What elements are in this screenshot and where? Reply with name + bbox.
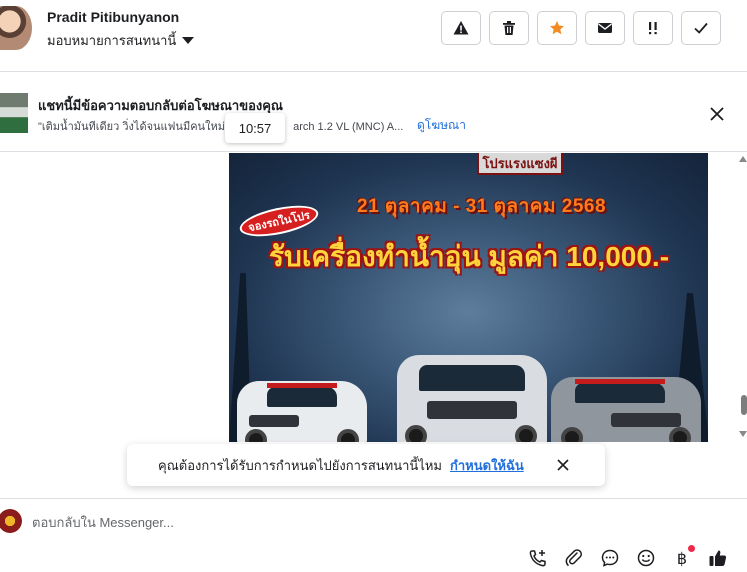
caret-down-icon	[182, 37, 195, 44]
mark-unread-button[interactable]	[585, 11, 625, 45]
ad-thumbnail[interactable]	[0, 93, 28, 133]
attach-file-button[interactable]	[563, 547, 585, 569]
assign-to-me-link[interactable]: กำหนดให้ฉัน	[450, 455, 524, 476]
star-icon	[550, 21, 564, 35]
promo-headline: รับเครื่องทำน้ำอุ่น มูลค่า 10,000.-	[269, 241, 670, 272]
ad-reply-banner: แชทนี้มีข้อความตอบกลับต่อโฆษณาของคุณ "เต…	[0, 80, 747, 152]
page-avatar	[0, 509, 22, 533]
reply-composer: ฿	[0, 498, 747, 572]
scrollbar-thumb[interactable]	[741, 395, 747, 415]
trash-icon	[503, 21, 515, 35]
emoji-button[interactable]	[635, 547, 657, 569]
promo-date-range: 21 ตุลาคม - 31 ตุลาคม 2568	[357, 196, 607, 217]
ad-banner-subtitle: "เติมน้ำมันทีเดียว วิ่งได้จนแฟนมีคนใหม่ …	[38, 117, 408, 135]
assign-conversation-dropdown[interactable]: มอบหมายการสนทนานี้	[47, 30, 195, 51]
assign-prompt-text: คุณต้องการได้รับการกำหนดไปยังการสนทนานี้…	[158, 457, 442, 473]
conversation-actions	[441, 11, 721, 45]
composer-tools: ฿	[527, 545, 729, 569]
message-time-tooltip: 10:57	[225, 113, 285, 143]
scroll-down-arrow[interactable]	[739, 431, 747, 437]
add-call-button[interactable]	[527, 547, 549, 569]
envelope-icon	[598, 23, 612, 33]
ad-subtitle-tail: arch 1.2 VL (MNC) A...	[293, 121, 404, 133]
thumbs-up-icon	[709, 550, 727, 566]
silver-pickup-truck	[397, 355, 547, 442]
saved-replies-button[interactable]	[599, 547, 621, 569]
chat-bubble-icon	[601, 549, 619, 567]
baht-icon: ฿	[676, 548, 688, 568]
follow-up-button[interactable]	[633, 11, 673, 45]
white-pickup-truck	[237, 381, 367, 442]
notification-dot	[688, 545, 695, 552]
assign-prompt-toast: คุณต้องการได้รับการกำหนดไปยังการสนทนานี้…	[127, 444, 605, 486]
conversation-header: Pradit Pitibunyanon มอบหมายการสนทนานี้	[0, 0, 747, 72]
ad-image-message[interactable]: โปรแรงแซงผี 21 ตุลาคม - 31 ตุลาคม 2568 จ…	[229, 153, 708, 442]
close-icon[interactable]	[555, 457, 571, 473]
mark-done-button[interactable]	[681, 11, 721, 45]
ad-subtitle-text: "เติมน้ำมันทีเดียว วิ่งได้จนแฟนมีคนใหม่	[38, 121, 225, 133]
paperclip-icon	[565, 549, 583, 566]
emoji-icon	[637, 549, 655, 567]
gray-pickup-truck	[551, 377, 701, 442]
warning-icon	[453, 21, 469, 35]
payment-button[interactable]: ฿	[671, 545, 695, 569]
check-icon	[694, 22, 708, 34]
reply-input[interactable]	[32, 511, 632, 533]
assign-label: มอบหมายการสนทนานี้	[47, 33, 177, 48]
conversation-panel: Pradit Pitibunyanon มอบหมายการสนทนานี้ แ…	[0, 0, 747, 572]
spam-button[interactable]	[441, 11, 481, 45]
star-button[interactable]	[537, 11, 577, 45]
add-call-icon	[529, 550, 546, 567]
double-exclamation-icon	[649, 22, 657, 35]
send-like-button[interactable]	[707, 547, 729, 569]
contact-avatar[interactable]	[0, 6, 32, 50]
delete-button[interactable]	[489, 11, 529, 45]
contact-name[interactable]: Pradit Pitibunyanon	[47, 9, 179, 25]
close-icon[interactable]	[707, 104, 727, 124]
view-ad-link[interactable]: ดูโฆษณา	[417, 116, 466, 135]
scroll-up-arrow[interactable]	[739, 156, 747, 162]
promo-label: โปรแรงแซงผี	[477, 153, 563, 175]
